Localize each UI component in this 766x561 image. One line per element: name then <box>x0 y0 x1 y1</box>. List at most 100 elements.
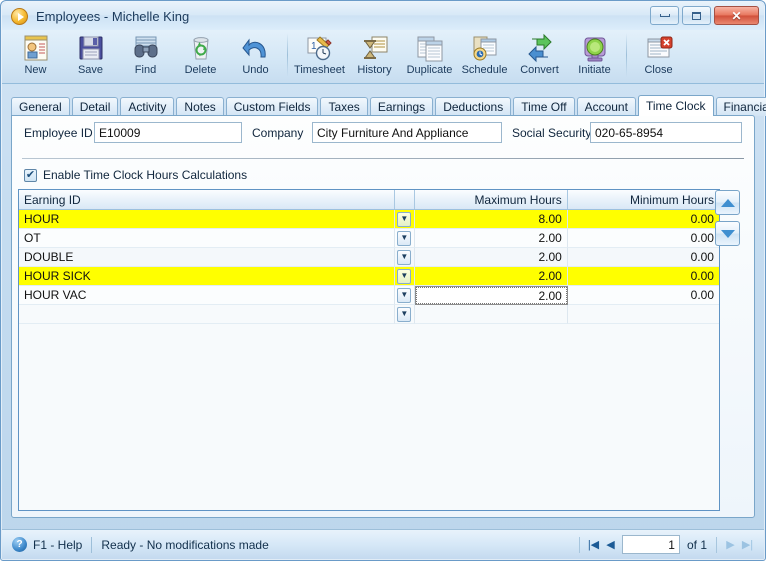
tab-deductions[interactable]: Deductions <box>435 97 512 116</box>
minimize-button[interactable] <box>650 6 679 25</box>
help-text[interactable]: F1 - Help <box>33 538 82 552</box>
close-document-icon <box>643 33 675 63</box>
restore-icon <box>692 11 701 20</box>
toolbar-button-undo[interactable]: Undo <box>228 30 283 82</box>
move-row-down-button[interactable] <box>715 221 740 246</box>
toolbar-button-find[interactable]: Find <box>118 30 173 82</box>
toolbar-button-close[interactable]: Close <box>631 30 686 82</box>
row-dropdown-button[interactable]: ▼ <box>395 229 415 248</box>
tab-activity[interactable]: Activity <box>120 97 175 116</box>
tab-label: Time Off <box>521 100 567 114</box>
toolbar-button-history[interactable]: History <box>347 30 402 82</box>
minimize-icon <box>659 14 670 17</box>
tab-earnings[interactable]: Earnings <box>369 97 434 116</box>
new-record-icon <box>20 33 52 63</box>
last-record-button[interactable]: ▶| <box>739 536 756 554</box>
cell-earning-id[interactable]: HOUR VAC <box>19 286 396 305</box>
column-header-earning-id[interactable]: Earning ID <box>19 190 396 209</box>
tab-label: Earnings <box>377 100 426 114</box>
status-bar: ? F1 - Help Ready - No modifications mad… <box>2 529 764 559</box>
record-number-input[interactable] <box>621 535 680 554</box>
question-mark-icon[interactable]: ? <box>12 537 27 552</box>
triangle-down-icon <box>720 229 735 238</box>
cell-earning-id[interactable]: HOUR <box>19 210 396 229</box>
cell-minimum-hours[interactable]: 0.00 <box>567 248 719 267</box>
section-divider <box>22 158 744 160</box>
social-security-input[interactable] <box>590 122 742 143</box>
tab-label: Deductions <box>443 100 504 114</box>
tab-general[interactable]: General <box>11 97 70 116</box>
tab-financial-reports[interactable]: Financial Reports <box>715 97 766 116</box>
record-count-label: of 1 <box>686 537 707 552</box>
tab-time-clock[interactable]: Time Clock <box>637 95 714 116</box>
cell-maximum-hours-editing[interactable]: 2.00 <box>414 286 568 305</box>
tab-taxes[interactable]: Taxes <box>320 97 368 116</box>
toolbar-button-delete[interactable]: Delete <box>173 30 228 82</box>
tab-notes[interactable]: Notes <box>176 97 224 116</box>
enable-time-clock-checkbox-row[interactable]: ✔ Enable Time Clock Hours Calculations <box>24 168 247 182</box>
table-row-new[interactable]: ▼ <box>19 305 719 324</box>
undo-arrow-icon <box>240 33 272 63</box>
tab-label: Detail <box>79 100 111 114</box>
triangle-up-icon <box>720 198 735 207</box>
toolbar-button-schedule[interactable]: Schedule <box>457 30 512 82</box>
column-header-maximum-hours[interactable]: Maximum Hours <box>415 190 568 209</box>
next-record-button[interactable]: ▶ <box>722 536 739 554</box>
table-row[interactable]: HOUR ▼ 8.00 0.00 <box>19 210 719 229</box>
close-button[interactable]: ✕ <box>714 6 759 25</box>
window-controls: ✕ <box>650 6 759 25</box>
previous-record-button[interactable]: ◀ <box>602 536 619 554</box>
toolbar-label: History <box>357 64 392 76</box>
cell-maximum-hours[interactable]: 2.00 <box>414 248 568 267</box>
earnings-grid[interactable]: Earning ID Maximum Hours Minimum Hours H… <box>18 189 720 511</box>
cell-maximum-hours[interactable]: 2.00 <box>414 267 568 286</box>
svg-text:1: 1 <box>311 41 317 52</box>
tab-custom-fields[interactable]: Custom Fields <box>225 97 319 116</box>
row-dropdown-button[interactable]: ▼ <box>395 210 415 229</box>
chevron-down-icon: ▼ <box>397 211 412 227</box>
chevron-down-icon: ▼ <box>397 287 412 303</box>
row-dropdown-button[interactable]: ▼ <box>395 305 415 324</box>
tab-time-off[interactable]: Time Off <box>513 97 575 116</box>
row-dropdown-button[interactable]: ▼ <box>395 286 415 305</box>
restore-button[interactable] <box>682 6 711 25</box>
employee-id-input[interactable] <box>94 122 242 143</box>
toolbar-button-convert[interactable]: Convert <box>512 30 567 82</box>
toolbar-button-timesheet[interactable]: 1 Timesheet <box>292 30 347 82</box>
toolbar-button-duplicate[interactable]: Duplicate <box>402 30 457 82</box>
cell-earning-id[interactable]: DOUBLE <box>19 248 396 267</box>
company-input[interactable] <box>312 122 502 143</box>
cell-minimum-hours[interactable]: 0.00 <box>567 210 719 229</box>
table-row[interactable]: HOUR VAC ▼ 2.00 0.00 <box>19 286 719 305</box>
toolbar-button-new[interactable]: New <box>8 30 63 82</box>
tab-detail[interactable]: Detail <box>71 97 119 116</box>
row-dropdown-button[interactable]: ▼ <box>395 248 415 267</box>
table-row[interactable]: DOUBLE ▼ 2.00 0.00 <box>19 248 719 267</box>
row-dropdown-button[interactable]: ▼ <box>395 267 415 286</box>
cell-earning-id[interactable]: OT <box>19 229 396 248</box>
cell-earning-id[interactable]: HOUR SICK <box>19 267 396 286</box>
convert-arrows-icon <box>524 33 556 63</box>
move-row-up-button[interactable] <box>715 190 740 215</box>
toolbar-button-initiate[interactable]: Initiate <box>567 30 622 82</box>
tab-account[interactable]: Account <box>576 97 636 116</box>
table-row[interactable]: HOUR SICK ▼ 2.00 0.00 <box>19 267 719 286</box>
cell-maximum-hours[interactable]: 8.00 <box>414 210 568 229</box>
enable-time-clock-checkbox[interactable]: ✔ <box>24 168 37 182</box>
column-header-minimum-hours[interactable]: Minimum Hours <box>568 190 719 209</box>
first-record-button[interactable]: |◀ <box>585 536 602 554</box>
close-x-icon: ✕ <box>731 8 742 23</box>
grid-header-row: Earning ID Maximum Hours Minimum Hours <box>19 190 719 210</box>
cell-minimum-hours[interactable]: 0.00 <box>567 286 719 305</box>
cell-minimum-hours[interactable] <box>567 305 719 324</box>
toolbar-button-save[interactable]: Save <box>63 30 118 82</box>
recycle-bin-icon <box>185 33 217 63</box>
table-row[interactable]: OT ▼ 2.00 0.00 <box>19 229 719 248</box>
cell-minimum-hours[interactable]: 0.00 <box>567 267 719 286</box>
schedule-calendar-icon <box>469 33 501 63</box>
social-security-label: Social Security <box>512 126 592 140</box>
cell-maximum-hours[interactable] <box>414 305 568 324</box>
cell-minimum-hours[interactable]: 0.00 <box>567 229 719 248</box>
cell-earning-id[interactable] <box>19 305 396 324</box>
cell-maximum-hours[interactable]: 2.00 <box>414 229 568 248</box>
